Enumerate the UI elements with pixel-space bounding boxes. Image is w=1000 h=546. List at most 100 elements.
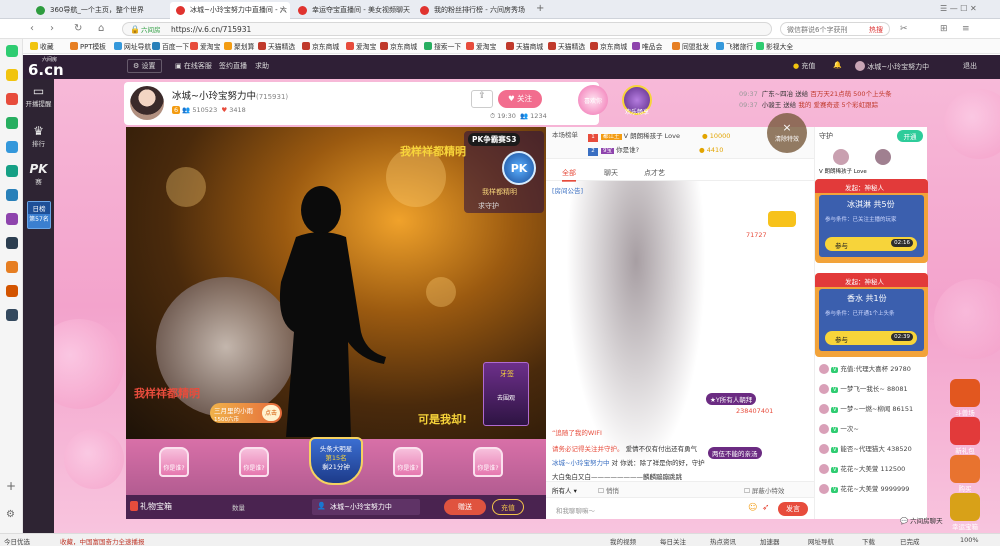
rank-nav[interactable]: ♛ 排行 — [23, 125, 54, 149]
bookmark-item[interactable]: 天猫精选 — [548, 41, 585, 51]
lucky-box-button[interactable]: 幸运宝箱 — [947, 493, 983, 531]
news-ticker[interactable]: 收藏，中国富国奋力全速播报 — [60, 536, 145, 546]
bookmark-item[interactable]: 京东商城 — [302, 41, 339, 51]
zoom-level[interactable]: 100% — [960, 536, 979, 544]
today-picks[interactable]: 今日优选 — [4, 536, 30, 546]
scissors-icon[interactable]: ✂ — [900, 23, 908, 35]
bookmark-item[interactable]: 京东商城 — [380, 41, 417, 51]
bookmark-item[interactable]: 收藏 — [30, 41, 54, 51]
bookmark-item[interactable]: 唯品会 — [632, 41, 662, 51]
clear-effects-button[interactable]: × 清除特效 — [767, 113, 807, 153]
promo-click-button[interactable]: 点击 — [262, 405, 280, 421]
gift-recipient-select[interactable]: 👤 冰城~小玲宝努力中 — [312, 499, 420, 515]
bookmark-item[interactable]: 爱淘宝 — [346, 41, 376, 51]
p-icon[interactable] — [6, 165, 18, 177]
chat-input[interactable]: 和我聊聊嘛～ — [552, 502, 742, 516]
tools-icon[interactable] — [6, 309, 18, 321]
cloud-icon[interactable] — [6, 141, 18, 153]
refresh-icon[interactable]: ↻ — [74, 23, 82, 35]
mail-icon[interactable] — [6, 117, 18, 129]
bookmark-item[interactable]: 同盟批发 — [672, 41, 709, 51]
customer-service-link[interactable]: ▣ 在线客服 — [175, 61, 212, 71]
open-guard-button[interactable]: 开通 — [897, 130, 923, 142]
url-input[interactable]: 🔒 六间房 https://v.6.cn/715931 — [122, 22, 772, 36]
game-icon[interactable] — [6, 213, 18, 225]
daily-rank-box[interactable]: 日榜 第57名 — [27, 201, 51, 229]
gift-pack-button[interactable]: 新礼包 — [947, 417, 983, 455]
avatar[interactable] — [875, 149, 891, 165]
gift-chest-label[interactable]: 礼物宝箱 — [140, 501, 172, 512]
bookmark-item[interactable]: 爱淘宝 — [190, 41, 220, 51]
status-item[interactable]: 下载 — [862, 536, 875, 546]
tab-lucky-room[interactable]: 幸运夺宝直播间 - 美女视频聊天 — [292, 2, 412, 19]
follow-button[interactable]: ♥ 关注 — [498, 90, 542, 108]
buy-button[interactable]: 购买 — [947, 455, 983, 493]
bookmark-item[interactable]: 搜索一下 — [424, 41, 461, 51]
settings-button[interactable]: ⚙ 设置 — [127, 59, 162, 73]
event-badge[interactable]: 欢乐畅享 — [622, 85, 652, 116]
fan-row[interactable]: V 能否~代理猫大 438520 — [819, 443, 912, 454]
live-video[interactable]: PK争霸赛S3 PK 我样都精明 求守护 我样祥都精明 可是我却! 我样祥都精明… — [126, 127, 546, 439]
bookmark-item[interactable]: 影视大全 — [756, 41, 793, 51]
new-tab-button[interactable]: + — [536, 3, 544, 14]
fan-row[interactable]: V 一次~ — [819, 423, 859, 434]
recharge-link[interactable]: ● 充值 — [793, 61, 815, 71]
anchor-avatar[interactable] — [130, 86, 164, 120]
bookmark-item[interactable]: 飞猪旅行 — [716, 41, 753, 51]
help-link[interactable]: 求助 — [255, 61, 269, 71]
block-effects-checkbox[interactable]: ☐ 屏蔽小特效 — [744, 485, 784, 495]
bookmark-item[interactable]: PPT模板 — [70, 41, 106, 51]
video-icon[interactable] — [6, 285, 18, 297]
status-item[interactable]: 每日关注 — [660, 536, 686, 546]
whisper-checkbox[interactable]: ☐ 悄悄 — [598, 485, 619, 495]
avatar[interactable] — [833, 149, 849, 165]
headline-star-seat[interactable]: 头条大明星 第15名 剩21分钟 — [301, 435, 371, 493]
sign-link[interactable]: 签约直播 — [219, 61, 247, 71]
fan-row[interactable]: V 充值:代理大喜杯 29780 — [819, 363, 911, 374]
arena-button[interactable]: 斗兽场 — [947, 379, 983, 417]
status-item[interactable]: 已完成 — [900, 536, 920, 546]
status-item[interactable]: 网址导航 — [808, 536, 834, 546]
bookmark-item[interactable]: 百度一下 — [152, 41, 189, 51]
follow-remind-nav[interactable]: ▭ 开播提醒 — [23, 85, 54, 109]
pk-nav[interactable]: PK 赛 — [23, 163, 54, 187]
seat[interactable]: 你是谁? — [468, 445, 508, 489]
rocket-icon[interactable]: ➶ — [762, 503, 770, 513]
live-chat-link[interactable]: 💬 六间房聊天 — [900, 515, 943, 525]
send-button[interactable]: 发言 — [778, 502, 808, 516]
site-logo[interactable]: 六间房 6.cn — [28, 57, 64, 79]
tab-fan-rank[interactable]: 我的粉丝排行榜 - 六间房秀场 — [414, 2, 532, 19]
bookmark-item[interactable]: 京东商城 — [590, 41, 627, 51]
tab-anchor-room[interactable]: 冰城~小玲宝努力中直播间 - 六 × — [170, 2, 290, 19]
tab-chat[interactable]: 聊天 — [604, 168, 618, 178]
bookmark-item[interactable]: 爱淘宝 — [466, 41, 496, 51]
fan-row[interactable]: V 花花~大美萱 112500 — [819, 463, 905, 474]
seat[interactable]: 你是谁? — [388, 445, 428, 489]
weibo-icon[interactable] — [6, 93, 18, 105]
search-input[interactable]: 微信群说6个字获刑 热搜 — [780, 22, 890, 36]
bookmark-item[interactable]: 天猫商城 — [506, 41, 543, 51]
join-raffle-button[interactable]: 参与 02:16 — [825, 237, 917, 251]
user-name[interactable]: 冰城~小玲宝努力中 — [855, 61, 929, 72]
recharge-button[interactable]: 充值 — [492, 499, 524, 515]
doc-icon[interactable] — [6, 189, 18, 201]
settings-icon[interactable]: ⚙ — [6, 509, 18, 521]
apps-icon[interactable]: ⊞ — [940, 23, 948, 35]
logout-link[interactable]: 退出 — [963, 61, 977, 71]
join-raffle-button[interactable]: 参与 02:39 — [825, 331, 917, 345]
love-badge[interactable]: 喜欢你 — [578, 85, 608, 115]
give-gift-button[interactable]: 赠送 — [444, 499, 486, 515]
gift-quantity-input[interactable]: 数量 — [232, 502, 245, 512]
add-icon[interactable]: + — [6, 479, 18, 493]
back-icon[interactable]: ‹ — [30, 23, 34, 35]
app-icon[interactable] — [6, 237, 18, 249]
share-icon[interactable]: ⇪ — [471, 90, 493, 108]
bookmark-item[interactable]: 天猫精选 — [258, 41, 295, 51]
tab-360[interactable]: 360导航_一个主页，整个世界 — [30, 2, 170, 19]
tab-talent[interactable]: 点才艺 — [644, 168, 665, 178]
seat[interactable]: 你是谁? — [234, 445, 274, 489]
mini-event-card[interactable]: 牙签 去围观 — [483, 362, 529, 426]
favorites-icon[interactable] — [6, 69, 18, 81]
notification-icon[interactable]: 🔔 — [833, 61, 842, 69]
bookmark-item[interactable]: 网址导航 — [114, 41, 151, 51]
